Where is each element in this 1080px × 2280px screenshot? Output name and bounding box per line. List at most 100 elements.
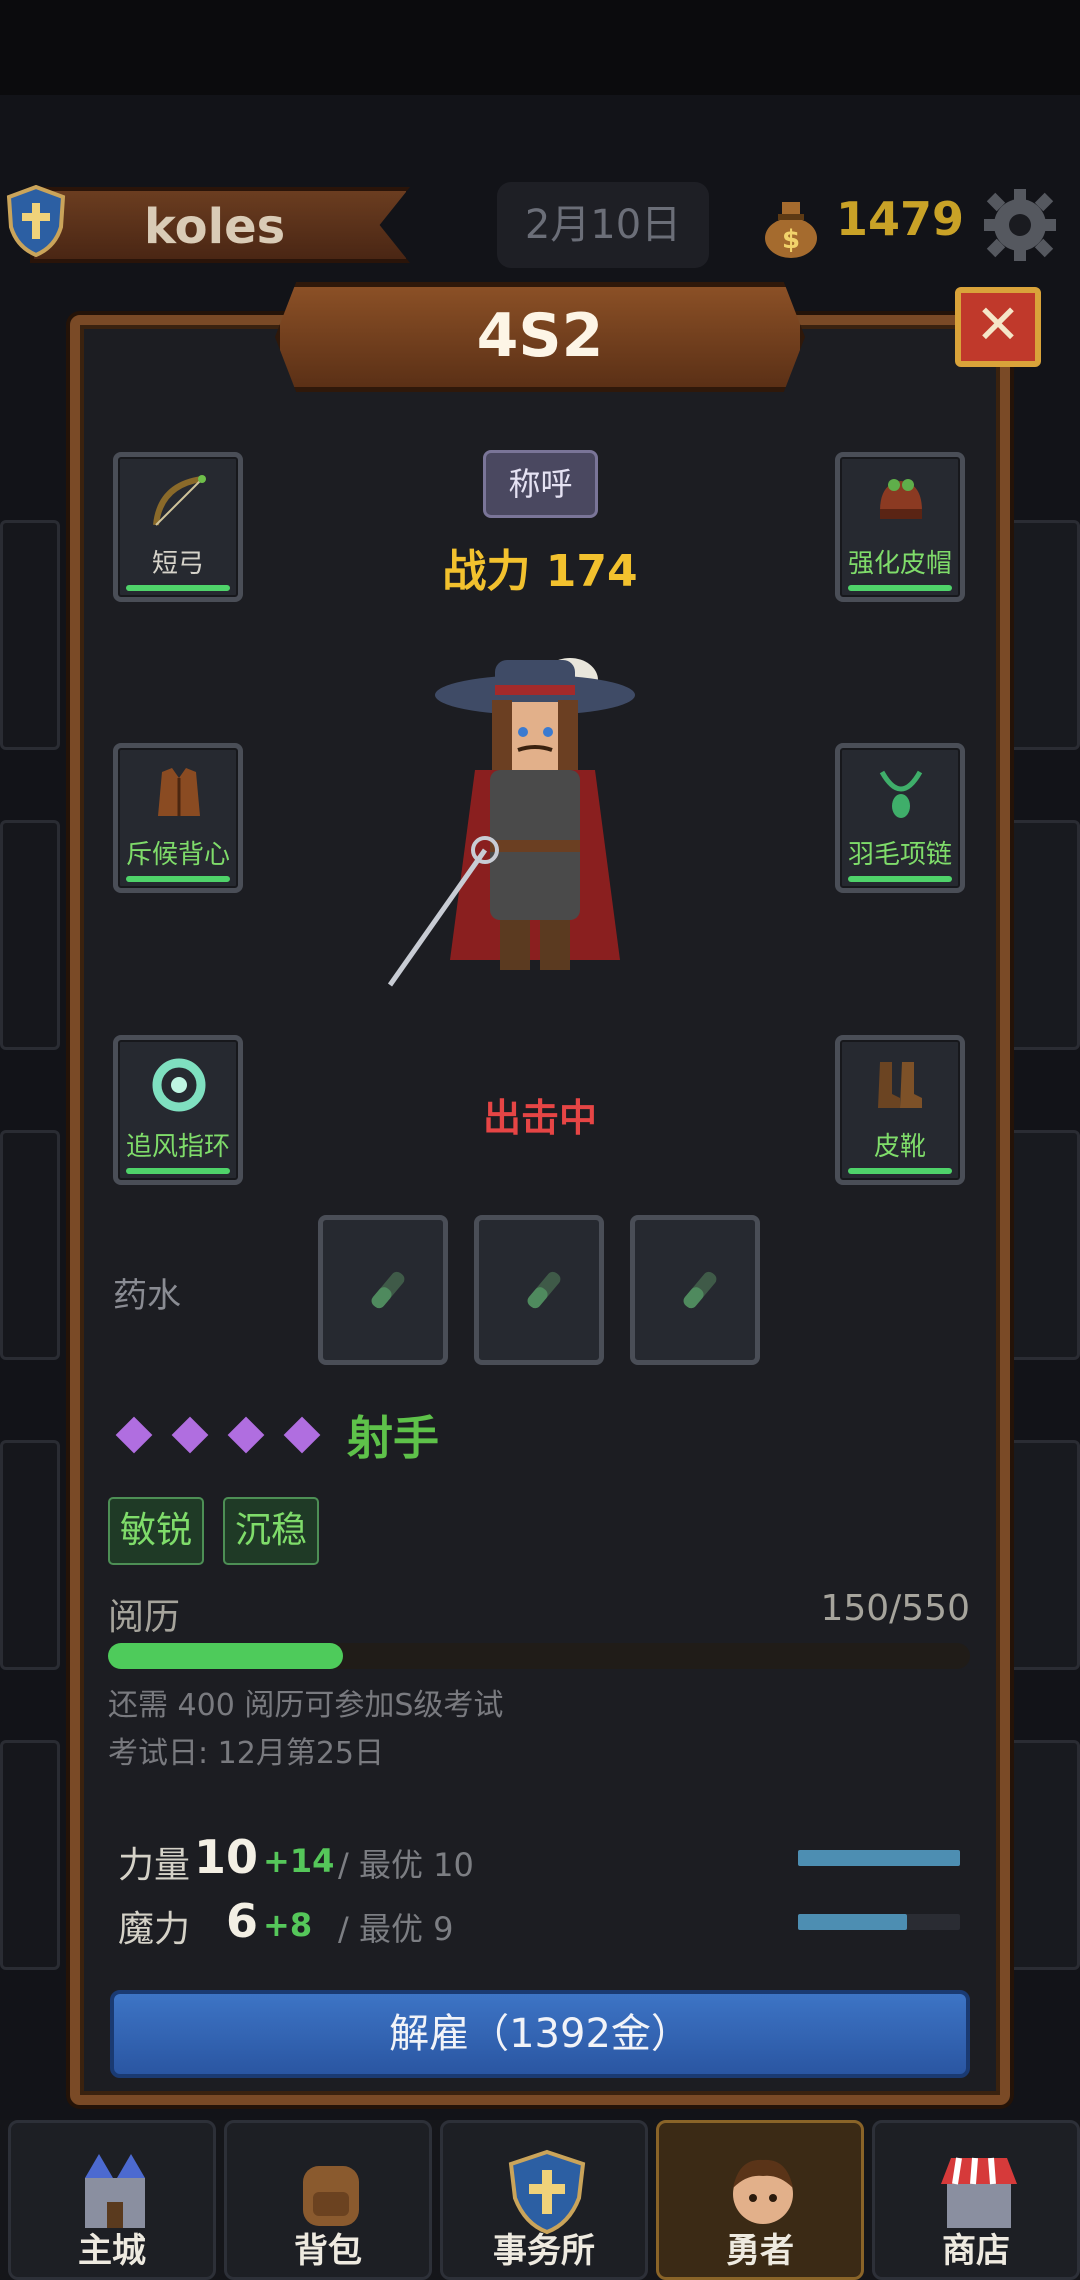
stat-name: 魔力: [118, 1909, 191, 1950]
nav-label: 事务所: [493, 2231, 595, 2271]
stat-bar-fill: [798, 1914, 907, 1930]
feather-necklace-icon: [879, 770, 923, 818]
experience-label: 阅历: [108, 1597, 181, 1638]
durability-bar: [126, 1168, 230, 1174]
status-deployed: 出击中: [482, 1096, 597, 1140]
equip-label: 强化皮帽: [847, 549, 952, 579]
background-card: [0, 1440, 60, 1670]
background-card: [1005, 520, 1080, 750]
durability-bar: [848, 876, 952, 882]
durability-bar: [848, 585, 952, 591]
bow-icon: [153, 475, 206, 526]
potion-slot[interactable]: [630, 1215, 760, 1365]
nav-item-shop[interactable]: 商店: [872, 2120, 1080, 2280]
equip-slot-boots[interactable]: 皮靴: [835, 1035, 965, 1185]
nav-item-office[interactable]: 事务所: [440, 2120, 648, 2280]
background-card: [1005, 1740, 1080, 1970]
potion-vial-icon: [527, 1271, 561, 1309]
equip-label: 追风指环: [125, 1132, 230, 1162]
equip-label: 皮靴: [873, 1132, 926, 1162]
nav-label: 主城: [78, 2231, 146, 2271]
nav-item-hero[interactable]: 勇者: [656, 2120, 864, 2280]
background-card: [1005, 820, 1080, 1050]
background-card: [0, 820, 60, 1050]
close-button[interactable]: ✕: [955, 287, 1041, 367]
title-tag-button[interactable]: 称呼: [483, 450, 598, 518]
exam-date: 考试日: 12月第25日: [108, 1736, 384, 1771]
scout-vest-icon: [158, 768, 200, 816]
nav-label: 背包: [294, 2231, 362, 2271]
status-strip: [0, 0, 1080, 95]
nav-label: 勇者: [726, 2231, 794, 2271]
experience-bar: [108, 1643, 970, 1669]
equip-label: 短弓: [151, 549, 204, 579]
background-card: [0, 1740, 60, 1970]
gold-bag-icon: $: [765, 202, 817, 258]
leather-boots-icon: [878, 1062, 922, 1108]
stat-value: 6: [225, 1894, 258, 1948]
potion-slot[interactable]: [318, 1215, 448, 1365]
background-card: [1005, 1130, 1080, 1360]
background-card: [0, 1130, 60, 1360]
experience-bar-fill: [108, 1643, 344, 1669]
nav-item-castle[interactable]: 主城: [8, 2120, 216, 2280]
stat-bonus: +8: [263, 1906, 313, 1944]
rank-diamonds: [113, 1416, 337, 1454]
exam-requirement-note: 还需 400 阅历可参加S级考试: [108, 1688, 504, 1723]
wind-ring-icon: [152, 1058, 206, 1112]
equip-slot-weapon[interactable]: 短弓: [113, 452, 243, 602]
stat-row: 敏捷14+5/ 最优 15: [118, 1958, 968, 1960]
stat-best: / 最优 10: [338, 1846, 474, 1884]
bottom-nav: 主城 背包 事务所 勇者 商店: [0, 2120, 1080, 2280]
nav-label: 商店: [942, 2231, 1010, 2271]
nav-item-backpack[interactable]: 背包: [224, 2120, 432, 2280]
equip-label: 羽毛项链: [847, 840, 952, 870]
rank-diamond-icon: [283, 1416, 321, 1454]
stat-bar: [798, 1914, 960, 1930]
settings-gear-icon[interactable]: [980, 185, 1060, 265]
hero-musketeer-sprite: [387, 658, 635, 987]
svg-text:$: $: [782, 225, 800, 255]
stat-best: / 最优 9: [338, 1910, 454, 1948]
potion-vial-icon: [371, 1271, 405, 1309]
stat-bar-fill: [798, 1850, 960, 1866]
rank-diamond-icon: [171, 1416, 209, 1454]
player-name: koles: [144, 199, 286, 255]
equip-slot-armor[interactable]: 斥候背心: [113, 743, 243, 893]
guild-shield-icon[interactable]: [5, 185, 67, 257]
stat-row: 力量 10 +14/ 最优 10: [118, 1830, 968, 1890]
player-name-banner[interactable]: koles: [30, 187, 410, 263]
stat-bar: [798, 1850, 960, 1866]
stat-value: 10: [193, 1830, 258, 1884]
rank-diamond-icon: [115, 1416, 153, 1454]
equip-slot-helmet[interactable]: 强化皮帽: [835, 452, 965, 602]
equip-slot-ring[interactable]: 追风指环: [113, 1035, 243, 1185]
dialog-title-banner: 4S2: [275, 282, 805, 392]
background-card: [1005, 1440, 1080, 1670]
leather-cap-icon: [880, 479, 922, 519]
durability-bar: [126, 585, 230, 591]
rank-diamond-icon: [227, 1416, 265, 1454]
potion-slot[interactable]: [474, 1215, 604, 1365]
stat-row: 魔力 6 +8 / 最优 9: [118, 1894, 968, 1954]
equip-slot-necklace[interactable]: 羽毛项链: [835, 743, 965, 893]
durability-bar: [848, 1168, 952, 1174]
background-card: [0, 520, 60, 750]
dismiss-hero-button[interactable]: 解雇（1392金）: [110, 1990, 970, 2078]
stat-value: 14: [188, 1958, 258, 1960]
potion-vial-icon: [683, 1271, 717, 1309]
class-name: 射手: [347, 1411, 439, 1465]
experience-value: 150/550: [820, 1588, 970, 1629]
stats-list[interactable]: 力量10+14/ 最优 10 魔力 6+8 / 最优 9 敏捷14+5/ 最优 15: [80, 1830, 1000, 1960]
class-row: 射手: [113, 1405, 439, 1465]
durability-bar: [126, 876, 230, 882]
date-display: 2月10日: [497, 182, 709, 268]
trait-tag[interactable]: 敏锐: [108, 1497, 205, 1565]
top-bar: koles 2月10日 $ 1479: [0, 170, 1080, 280]
gold-amount: 1479: [836, 192, 965, 246]
trait-tag[interactable]: 沉稳: [223, 1497, 320, 1565]
stat-name: 力量: [118, 1845, 191, 1886]
potion-label: 药水: [113, 1276, 181, 1316]
hero-name: 4S2: [476, 301, 604, 371]
combat-power: 战力 174: [442, 546, 638, 597]
